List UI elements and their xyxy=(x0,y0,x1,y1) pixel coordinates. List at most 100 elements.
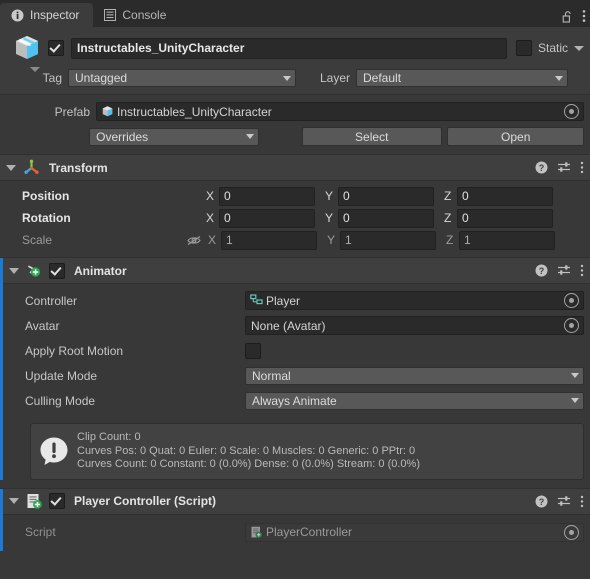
tag-layer-row: Tag Untagged Layer Default xyxy=(6,69,584,87)
axis-x-label: X xyxy=(206,211,215,225)
foldout-arrow-icon[interactable] xyxy=(6,164,16,171)
transform-scale-row: Scale X 1 Y 1 Z 1 xyxy=(6,229,584,251)
animator-culling-mode-row: Culling Mode Always Animate xyxy=(9,388,584,413)
static-toggle-group: Static xyxy=(515,40,584,56)
controller-label: Controller xyxy=(25,293,78,308)
prefab-label: Prefab xyxy=(54,104,90,119)
update-mode-dropdown[interactable]: Normal xyxy=(245,366,584,385)
avatar-value: None (Avatar) xyxy=(251,318,326,333)
object-picker-icon[interactable] xyxy=(564,293,579,308)
prefab-actions-row: Overrides Select Open xyxy=(6,127,584,146)
position-z-input[interactable]: 0 xyxy=(457,186,553,206)
kebab-menu-icon[interactable] xyxy=(582,9,586,23)
transform-header[interactable]: Transform ? xyxy=(0,155,590,181)
animator-enabled-checkbox[interactable] xyxy=(49,262,65,279)
prefab-cube-icon[interactable] xyxy=(6,33,48,72)
foldout-arrow-icon[interactable] xyxy=(9,267,19,274)
tag-value: Untagged xyxy=(75,71,128,85)
player-controller-header-actions: ? xyxy=(535,495,584,508)
help-icon[interactable]: ? xyxy=(535,495,548,508)
preset-settings-icon[interactable] xyxy=(557,495,571,508)
kebab-menu-icon[interactable] xyxy=(580,264,584,277)
rotation-y-input[interactable]: 0 xyxy=(338,208,434,228)
chevron-down-icon xyxy=(571,373,579,378)
axis-z-label: Z xyxy=(444,189,452,203)
transform-gizmo-icon xyxy=(23,159,40,176)
static-dropdown-caret[interactable] xyxy=(574,45,584,51)
layer-dropdown[interactable]: Default xyxy=(356,69,568,87)
component-transform: Transform ? Position X 0 Y 0 Z 0 Rotatio… xyxy=(0,154,590,257)
rotation-x-input[interactable]: 0 xyxy=(219,208,315,228)
object-picker-icon xyxy=(564,524,579,540)
open-button[interactable]: Open xyxy=(447,127,584,146)
preset-settings-icon[interactable] xyxy=(557,161,571,174)
layer-label: Layer xyxy=(319,71,350,85)
lock-open-icon[interactable] xyxy=(562,10,574,23)
axis-y-label: Y xyxy=(325,211,334,225)
position-x-input[interactable]: 0 xyxy=(219,186,315,206)
object-picker-icon[interactable] xyxy=(564,318,579,333)
help-icon[interactable]: ? xyxy=(535,161,548,174)
position-y-input[interactable]: 0 xyxy=(338,186,434,206)
animator-update-mode-row: Update Mode Normal xyxy=(9,363,584,388)
tag-dropdown[interactable]: Untagged xyxy=(68,69,296,87)
axis-z-label: Z xyxy=(446,233,454,247)
tab-console-label: Console xyxy=(122,8,167,22)
select-button[interactable]: Select xyxy=(301,127,442,146)
script-row: Script PlayerController xyxy=(9,520,584,545)
scale-x-input[interactable]: 1 xyxy=(221,230,317,250)
overrides-dropdown[interactable]: Overrides xyxy=(89,127,260,146)
tab-inspector-label: Inspector xyxy=(30,8,80,22)
kebab-menu-icon[interactable] xyxy=(580,495,584,508)
scale-y-input[interactable]: 1 xyxy=(340,230,436,250)
chevron-down-icon xyxy=(555,75,563,81)
help-icon[interactable]: ? xyxy=(535,264,548,277)
foldout-arrow-icon[interactable] xyxy=(9,498,19,504)
prefab-object-field[interactable]: Instructables_UnityCharacter xyxy=(96,102,584,121)
preset-settings-icon[interactable] xyxy=(557,264,571,277)
prefab-override-bar xyxy=(0,258,3,480)
prefab-icon-dropdown-caret[interactable] xyxy=(30,67,40,72)
static-checkbox[interactable] xyxy=(515,40,532,56)
controller-object-field[interactable]: Player xyxy=(245,291,584,310)
helpbox-text-block: Clip Count: 0 Curves Pos: 0 Quat: 0 Eule… xyxy=(77,431,420,472)
animator-icon xyxy=(26,262,43,279)
avatar-object-field[interactable]: None (Avatar) xyxy=(245,316,584,335)
unity-inspector-window: Inspector Console Instructables_UnityCha… xyxy=(0,0,590,579)
kebab-menu-icon[interactable] xyxy=(580,161,584,174)
layer-value: Default xyxy=(363,71,402,85)
tab-console[interactable]: Console xyxy=(93,3,180,27)
svg-text:?: ? xyxy=(539,266,545,276)
tab-bar: Inspector Console xyxy=(0,0,590,27)
animator-header[interactable]: Animator ? xyxy=(0,258,590,284)
console-list-icon xyxy=(104,9,117,21)
apply-root-motion-checkbox[interactable] xyxy=(245,342,261,359)
gameobject-name-row: Instructables_UnityCharacter Static xyxy=(6,33,584,72)
prefab-block: Prefab Instructables_UnityCharacter Over… xyxy=(0,95,590,154)
rotation-z-input[interactable]: 0 xyxy=(457,208,553,228)
tab-inspector[interactable]: Inspector xyxy=(0,3,94,27)
scale-z-input[interactable]: 1 xyxy=(459,230,555,250)
script-object-field: PlayerController xyxy=(245,522,584,542)
helpbox-line-1: Clip Count: 0 xyxy=(77,431,141,443)
object-picker-icon[interactable] xyxy=(564,104,579,119)
static-label: Static xyxy=(537,41,568,55)
constrained-proportions-off-icon[interactable] xyxy=(186,234,202,247)
player-controller-enabled-checkbox[interactable] xyxy=(49,493,65,509)
animator-controller-icon xyxy=(250,294,263,307)
prefab-asset-name: Instructables_UnityCharacter xyxy=(117,104,272,119)
animator-info-helpbox: Clip Count: 0 Curves Pos: 0 Quat: 0 Eule… xyxy=(30,423,584,480)
animator-avatar-row: Avatar None (Avatar) xyxy=(9,313,584,338)
animator-apply-root-motion-row: Apply Root Motion xyxy=(9,338,584,363)
culling-mode-dropdown[interactable]: Always Animate xyxy=(245,391,584,410)
prefab-asset-row: Prefab Instructables_UnityCharacter xyxy=(6,102,584,121)
axis-y-label: Y xyxy=(325,189,334,203)
controller-value: Player xyxy=(266,293,301,308)
gameobject-name-input[interactable]: Instructables_UnityCharacter xyxy=(71,37,507,59)
gameobject-header: Instructables_UnityCharacter Static Tag … xyxy=(0,27,590,95)
player-controller-header[interactable]: Player Controller (Script) ? xyxy=(0,488,590,515)
gameobject-enabled-checkbox[interactable] xyxy=(48,40,64,56)
helpbox-line-3: Curves Count: 0 Constant: 0 (0.0%) Dense… xyxy=(77,458,420,470)
update-mode-label: Update Mode xyxy=(25,368,98,383)
animator-title: Animator xyxy=(74,263,127,278)
